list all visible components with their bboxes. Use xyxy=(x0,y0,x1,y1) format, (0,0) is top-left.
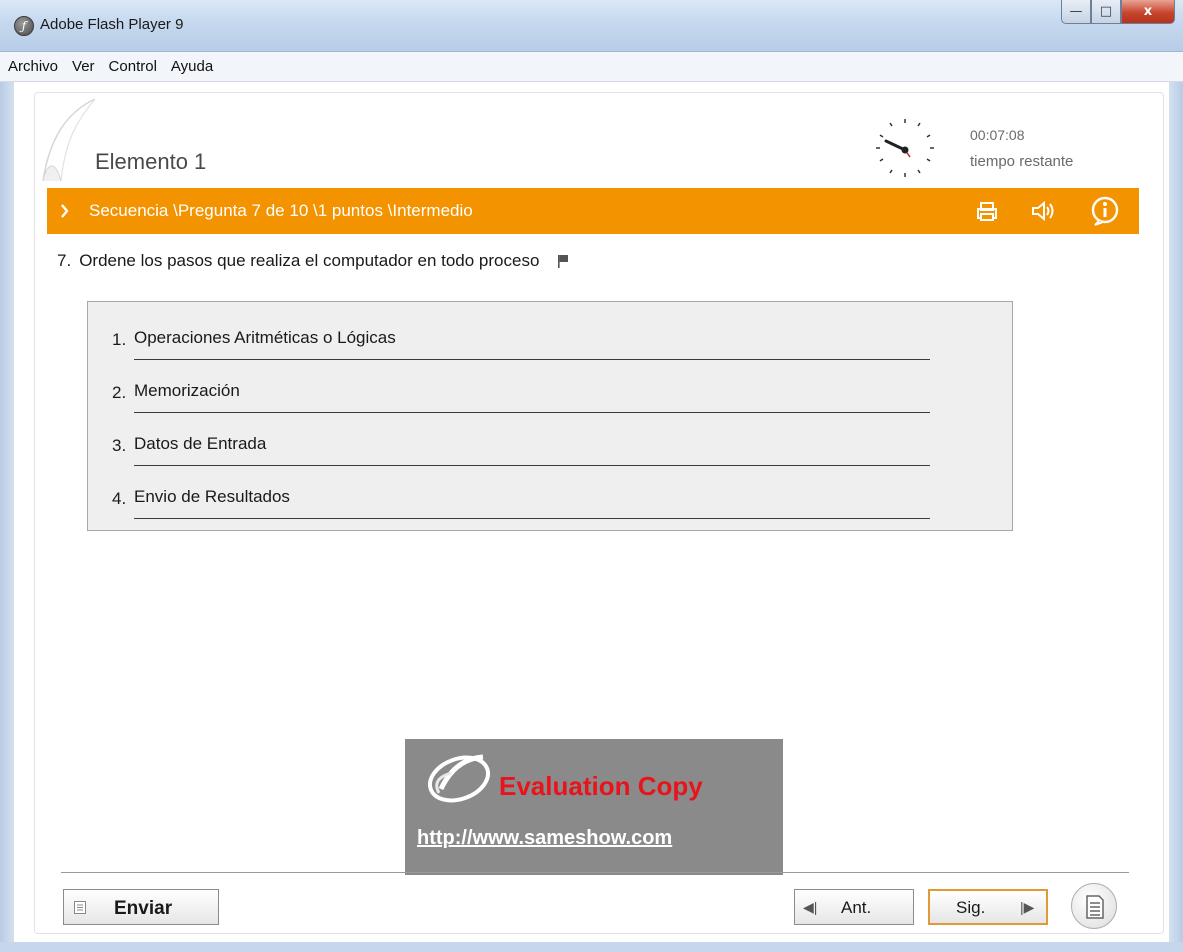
menu-control[interactable]: Control xyxy=(109,58,157,75)
flag-icon[interactable] xyxy=(557,254,569,268)
sequence-item[interactable]: 1. Operaciones Aritméticas o Lógicas xyxy=(112,314,930,360)
sequence-item-number: 2. xyxy=(112,383,127,402)
maximize-icon: □ xyxy=(1099,4,1113,19)
question-meta: Secuencia \Pregunta 7 de 10 \1 puntos \I… xyxy=(89,201,473,220)
sequence-list: 1. Operaciones Aritméticas o Lógicas 2. … xyxy=(87,301,1013,531)
submit-label: Enviar xyxy=(114,898,173,919)
sameshow-logo-icon xyxy=(427,754,491,803)
minimize-icon: — xyxy=(1069,4,1083,19)
submit-button[interactable]: Enviar xyxy=(63,889,219,925)
menu-archivo[interactable]: Archivo xyxy=(8,58,58,75)
close-button[interactable]: x xyxy=(1121,0,1175,24)
maximize-button[interactable]: □ xyxy=(1091,0,1121,24)
menu-ayuda[interactable]: Ayuda xyxy=(171,58,213,75)
evaluation-title: Evaluation Copy xyxy=(499,771,703,801)
sequence-item-text: Envio de Resultados xyxy=(134,487,290,506)
sequence-item-text: Datos de Entrada xyxy=(134,434,267,453)
evaluation-url-link[interactable]: http://www.sameshow.com xyxy=(417,827,672,850)
window-title: Adobe Flash Player 9 xyxy=(40,16,184,33)
chevron-right-icon xyxy=(61,204,69,218)
sequence-item-number: 1. xyxy=(112,330,127,349)
next-label: Sig. xyxy=(956,898,986,917)
sequence-item[interactable]: 2. Memorización xyxy=(112,367,930,413)
question-prompt: 7. Ordene los pasos que realiza el compu… xyxy=(57,251,569,271)
element-title: Elemento 1 xyxy=(95,149,207,174)
sound-icon[interactable] xyxy=(1029,198,1057,224)
sequence-item-number: 4. xyxy=(112,489,127,508)
quiz-card: Elemento 1 00:07:08 tiempo restante Secu… xyxy=(34,92,1164,934)
window-titlebar: ƒ Adobe Flash Player 9 — □ x xyxy=(0,0,1183,52)
menu-bar: Archivo Ver Control Ayuda xyxy=(0,52,1183,82)
question-number: 7. xyxy=(57,251,72,270)
minimize-button[interactable]: — xyxy=(1061,0,1091,24)
window-controls: — □ x xyxy=(1061,0,1175,24)
sequence-item-text: Memorización xyxy=(134,381,240,400)
close-icon: x xyxy=(1143,4,1153,19)
question-summary-button[interactable] xyxy=(1071,883,1117,929)
document-icon xyxy=(74,901,86,914)
window-frame-right xyxy=(1169,82,1183,952)
previous-label: Ant. xyxy=(841,898,872,917)
window-frame-bottom xyxy=(0,942,1183,952)
info-icon[interactable] xyxy=(1089,195,1121,227)
sequence-item-text: Operaciones Aritméticas o Lógicas xyxy=(134,328,396,347)
window-frame-left xyxy=(0,82,14,952)
print-icon[interactable] xyxy=(973,198,1001,224)
question-header-bar: Secuencia \Pregunta 7 de 10 \1 puntos \I… xyxy=(47,188,1139,234)
summary-list-icon xyxy=(1086,895,1104,919)
flash-content: Elemento 1 00:07:08 tiempo restante Secu… xyxy=(14,82,1169,942)
evaluation-watermark: Evaluation Copy http://www.sameshow.com xyxy=(405,739,783,875)
next-button[interactable]: Sig. |▶ xyxy=(928,889,1048,925)
time-remaining-label: tiempo restante xyxy=(970,153,1074,170)
previous-button[interactable]: ◀| Ant. xyxy=(794,889,914,925)
next-icon: |▶ xyxy=(1020,899,1035,915)
menu-ver[interactable]: Ver xyxy=(72,58,95,75)
question-text: Ordene los pasos que realiza el computad… xyxy=(79,251,540,270)
sequence-item[interactable]: 3. Datos de Entrada xyxy=(112,420,930,466)
flash-player-icon: ƒ xyxy=(14,16,34,36)
footer-divider xyxy=(61,872,1129,873)
sequence-item-number: 3. xyxy=(112,436,127,455)
clock-icon xyxy=(876,119,934,177)
sequence-item[interactable]: 4. Envio de Resultados xyxy=(112,473,930,519)
previous-icon: ◀| xyxy=(803,899,818,915)
time-remaining-value: 00:07:08 xyxy=(970,127,1025,143)
